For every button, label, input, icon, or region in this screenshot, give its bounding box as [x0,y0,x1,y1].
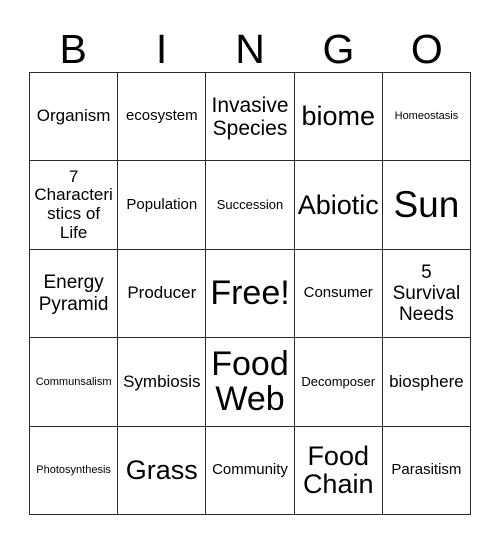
bingo-grid: Organism ecosystem Invasive Species biom… [29,72,472,516]
bingo-cell[interactable]: Parasitism [382,426,472,516]
bingo-cell[interactable]: ecosystem [118,73,207,162]
bingo-cell-label: Organism [36,106,111,126]
bingo-header-letter-i: I [155,26,168,72]
bingo-cell-label: 5 Survival Needs [392,261,461,326]
bingo-cell-label: biome [301,101,375,132]
bingo-cell[interactable]: Organism [30,73,119,162]
bingo-free-space-label: Free! [210,273,290,312]
bingo-cell-label: Abiotic [297,189,379,220]
bingo-cell-label: Decomposer [301,373,376,389]
bingo-cell[interactable]: Producer [118,249,207,339]
bingo-cell[interactable]: Food Chain [294,426,383,516]
bingo-cell-label: Parasitism [391,461,462,479]
bingo-cell[interactable]: Invasive Species [206,73,295,162]
bingo-cell-label: Population [126,195,198,213]
bingo-cell-label: 7 Characteristics of Life [34,166,113,242]
bingo-cell-label: Invasive Species [211,93,289,140]
bingo-cell[interactable]: Population [118,161,207,250]
bingo-row: Energy Pyramid Producer Free! Consumer 5… [30,249,472,339]
bingo-cell[interactable]: Grass [118,426,207,516]
bingo-cell[interactable]: 7 Characteristics of Life [30,161,119,250]
bingo-card: B I N G O Organism ecosystem Invasive Sp… [0,0,500,544]
bingo-cell[interactable]: Decomposer [294,338,383,427]
bingo-cell[interactable]: 5 Survival Needs [382,249,472,339]
bingo-cell[interactable]: biosphere [382,338,472,427]
bingo-cell[interactable]: Succession [206,161,295,250]
bingo-header-letter-n: N [235,26,265,72]
bingo-cell[interactable]: Sun [382,161,472,250]
bingo-cell-label: Sun [393,184,460,226]
bingo-cell[interactable]: Photosynthesis [30,426,119,516]
bingo-header-letter-o: O [410,26,443,72]
bingo-row: Communsalism Symbiosis Food Web Decompos… [30,338,472,427]
bingo-cell-label: Consumer [303,284,373,302]
bingo-cell-label: Producer [127,283,197,303]
bingo-cell-label: Symbiosis [123,371,201,391]
bingo-cell[interactable]: Community [206,426,295,516]
bingo-cell[interactable]: Homeostasis [382,73,472,162]
bingo-cell[interactable]: Consumer [294,249,383,339]
bingo-cell-label: Food Web [211,344,289,418]
bingo-cell[interactable]: biome [294,73,383,162]
bingo-cell-label: Homeostasis [394,110,459,123]
bingo-cell-label: Grass [125,455,198,486]
bingo-cell[interactable]: Energy Pyramid [30,249,119,339]
bingo-header-letter-b: B [59,26,87,72]
bingo-cell[interactable]: Abiotic [294,161,383,250]
bingo-cell-label: ecosystem [125,107,198,125]
bingo-cell-label: biosphere [389,371,464,391]
bingo-row: Photosynthesis Grass Community Food Chai… [30,426,472,516]
bingo-cell[interactable]: Communsalism [30,338,119,427]
bingo-cell-label: Photosynthesis [36,464,111,476]
bingo-cell-label: Communsalism [35,375,112,388]
bingo-header-row: B I N G O [29,14,471,72]
bingo-free-space-cell[interactable]: Free! [206,249,295,339]
bingo-row: 7 Characteristics of Life Population Suc… [30,161,472,250]
bingo-cell-label: Energy Pyramid [38,272,109,315]
bingo-cell[interactable]: Food Web [206,338,295,427]
bingo-cell-label: Succession [216,196,284,212]
bingo-cell-label: Food Chain [302,440,374,500]
bingo-cell[interactable]: Symbiosis [118,338,207,427]
bingo-cell-label: Community [212,461,288,479]
bingo-row: Organism ecosystem Invasive Species biom… [30,73,472,162]
bingo-header-letter-g: G [322,26,355,72]
